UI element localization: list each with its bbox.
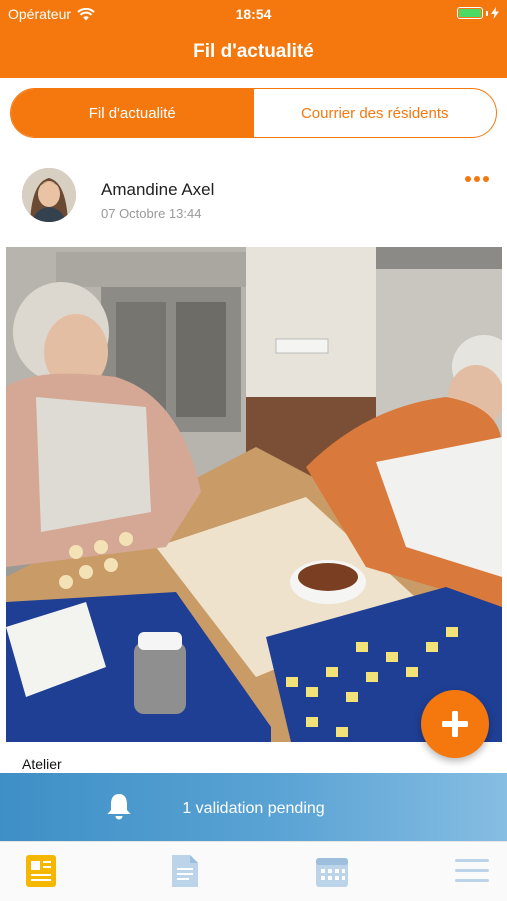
calendar-icon xyxy=(316,858,348,887)
charging-icon xyxy=(491,7,499,19)
tab-bar xyxy=(0,841,507,901)
tab-newsfeed[interactable]: Fil d'actualité xyxy=(11,89,254,137)
validation-text: 1 validation pending xyxy=(182,800,325,817)
status-bar: Opérateur 18:54 xyxy=(0,0,507,28)
post-caption: Atelier xyxy=(22,756,62,772)
tab-menu[interactable] xyxy=(455,854,489,888)
post-photo[interactable] xyxy=(6,247,502,742)
battery-group xyxy=(457,7,499,19)
add-post-button[interactable] xyxy=(421,690,489,758)
battery-icon xyxy=(457,7,483,19)
more-icon[interactable] xyxy=(465,176,489,182)
segmented-control: Fil d'actualité Courrier des résidents xyxy=(10,88,497,138)
post-header: Amandine Axel 07 Octobre 13:44 xyxy=(0,160,507,230)
document-icon xyxy=(172,855,198,887)
tab-calendar[interactable] xyxy=(315,854,349,888)
plus-icon xyxy=(442,711,468,737)
tab-documents[interactable] xyxy=(168,854,202,888)
validation-banner[interactable]: 1 validation pending xyxy=(0,773,507,841)
nav-bar: Fil d'actualité xyxy=(0,28,507,78)
status-time: 18:54 xyxy=(235,6,272,22)
menu-icon xyxy=(455,859,489,882)
tab-resident-mail[interactable]: Courrier des résidents xyxy=(254,89,497,137)
newsfeed-icon xyxy=(26,855,56,887)
tab-newsfeed-nav[interactable] xyxy=(24,854,58,888)
page-title: Fil d'actualité xyxy=(193,41,314,62)
avatar[interactable] xyxy=(22,168,76,222)
post-date: 07 Octobre 13:44 xyxy=(101,206,202,221)
post-author[interactable]: Amandine Axel xyxy=(101,180,214,200)
